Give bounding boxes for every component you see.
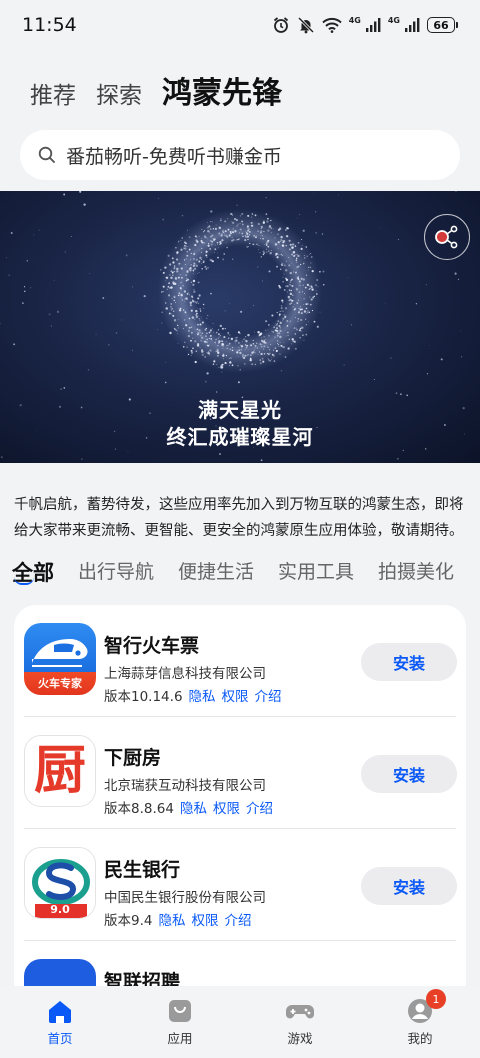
- category-tab-tools[interactable]: 实用工具: [278, 557, 354, 587]
- list-item-app[interactable]: 9.0 民生银行 中国民生银行股份有限公司 版本9.4 隐私 权限 介绍 安装: [14, 829, 466, 941]
- status-time: 11:54: [22, 14, 77, 36]
- wifi-icon: [322, 17, 342, 33]
- permissions-link[interactable]: 权限: [213, 801, 240, 817]
- intro-link[interactable]: 介绍: [255, 689, 282, 705]
- home-icon: [49, 1001, 71, 1023]
- top-tabs: 推荐 探索 鸿蒙先锋: [30, 68, 282, 112]
- nav-label: 游戏: [287, 1031, 313, 1046]
- list-item-app[interactable]: 厨 下厨房 北京瑞获互动科技有限公司 版本8.8.64 隐私 权限 介绍 安装: [14, 717, 466, 829]
- nav-apps[interactable]: 应用: [120, 986, 240, 1058]
- nav-label: 应用: [167, 1031, 193, 1046]
- app-name: 民生银行: [104, 859, 181, 881]
- privacy-link[interactable]: 隐私: [189, 689, 216, 705]
- network-label-1: 4G: [348, 15, 361, 25]
- nav-games[interactable]: 游戏: [240, 986, 360, 1058]
- kitchen-icon: 厨: [24, 735, 96, 807]
- nav-mine[interactable]: 我的 1: [360, 986, 480, 1058]
- privacy-link[interactable]: 隐私: [180, 801, 207, 817]
- category-tab-photo[interactable]: 拍摄美化: [378, 557, 454, 587]
- permissions-link[interactable]: 权限: [191, 913, 218, 929]
- install-button[interactable]: 安装: [361, 755, 457, 793]
- permissions-link[interactable]: 权限: [222, 689, 249, 705]
- kitchen-icon-glyph: 厨: [33, 740, 86, 801]
- app-company: 北京瑞获互动科技有限公司: [104, 778, 266, 794]
- app-version: 版本8.8.64: [104, 801, 174, 817]
- status-icons: 4G 4G 66: [272, 16, 458, 34]
- notification-badge: 1: [426, 989, 446, 1009]
- mute-bell-icon: [297, 16, 314, 34]
- search-input[interactable]: 番茄畅听-免费听书赚金币: [66, 142, 282, 169]
- promo-banner[interactable]: 满天星光 终汇成璀璨星河: [0, 191, 480, 463]
- search-icon: [38, 146, 55, 163]
- app-company: 上海蒜芽信息科技有限公司: [104, 666, 266, 682]
- app-name: 下厨房: [104, 747, 162, 769]
- nav-label: 首页: [47, 1031, 73, 1046]
- share-button[interactable]: [424, 214, 470, 260]
- tab-recommend[interactable]: 推荐: [30, 76, 76, 110]
- intro-link[interactable]: 介绍: [246, 801, 273, 817]
- banner-title-line2: 终汇成璀璨星河: [166, 425, 314, 449]
- list-item-app[interactable]: 火车专家 智行火车票 上海蒜芽信息科技有限公司 版本10.14.6 隐私 权限 介绍 …: [14, 605, 466, 717]
- bank-icon: 9.0: [24, 847, 96, 919]
- tab-harmony-pioneer[interactable]: 鸿蒙先锋: [162, 68, 282, 112]
- battery-level: 66: [427, 17, 455, 33]
- alarm-icon: [273, 17, 288, 33]
- category-tab-travel[interactable]: 出行导航: [78, 557, 154, 587]
- apps-bag-icon: [169, 1000, 191, 1022]
- nav-home[interactable]: 首页: [0, 986, 120, 1058]
- bottom-nav: 首页 应用 游戏 我的 1: [0, 986, 480, 1058]
- app-version: 版本10.14.6: [104, 689, 183, 705]
- nav-label: 我的: [407, 1031, 433, 1046]
- app-list-card: 火车专家 智行火车票 上海蒜芽信息科技有限公司 版本10.14.6 隐私 权限 介绍 …: [14, 605, 466, 1005]
- section-description: 千帆启航，蓄势待发，这些应用率先加入到万物互联的鸿蒙生态，即将给大家带来更流畅、…: [14, 497, 464, 539]
- app-name: 智行火车票: [104, 635, 200, 657]
- train-icon: 火车专家: [24, 623, 96, 695]
- install-button[interactable]: 安装: [361, 643, 457, 681]
- app-version: 版本9.4: [104, 913, 153, 929]
- install-button[interactable]: 安装: [361, 867, 457, 905]
- signal-icon: [405, 18, 420, 32]
- tab-explore[interactable]: 探索: [96, 76, 142, 110]
- app-meta: 版本9.4 隐私 权限 介绍: [104, 909, 251, 929]
- category-tab-life[interactable]: 便捷生活: [178, 557, 254, 587]
- banner-title-line1: 满天星光: [198, 398, 282, 422]
- app-meta: 版本8.8.64 隐私 权限 介绍: [104, 797, 273, 817]
- bank-icon-label: 9.0: [50, 903, 70, 916]
- app-company: 中国民生银行股份有限公司: [104, 890, 266, 906]
- network-label-2: 4G: [387, 15, 400, 25]
- search-bar[interactable]: 番茄畅听-免费听书赚金币: [20, 130, 460, 180]
- intro-link[interactable]: 介绍: [224, 913, 251, 929]
- gamepad-icon: [286, 1005, 314, 1019]
- category-tabs: 全部 出行导航 便捷生活 实用工具 拍摄美化: [12, 557, 454, 587]
- status-bar: 11:54 4G 4G 66: [0, 0, 480, 50]
- privacy-link[interactable]: 隐私: [158, 913, 185, 929]
- app-meta: 版本10.14.6 隐私 权限 介绍: [104, 685, 282, 705]
- battery-icon: 66: [427, 17, 458, 33]
- train-icon-label: 火车专家: [38, 677, 82, 690]
- signal-icon: [365, 18, 381, 32]
- share-icon: [435, 225, 458, 249]
